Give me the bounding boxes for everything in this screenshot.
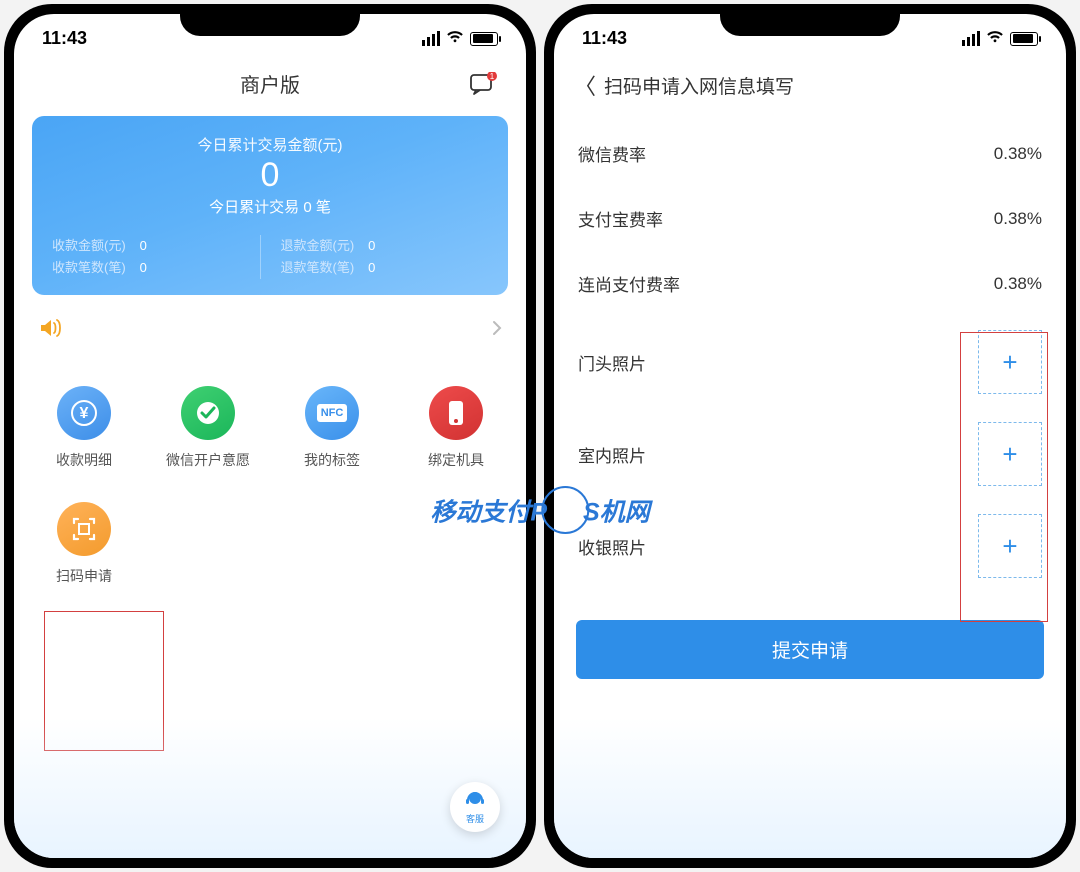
notch (720, 4, 900, 36)
notch (180, 4, 360, 36)
check-icon (181, 386, 235, 440)
phone-right: 11:43 〈 扫码申请入网信息填写 微信费率 0.38% 支付宝费率 0.38… (544, 4, 1076, 868)
rate-list: 微信费率 0.38% 支付宝费率 0.38% 连尚支付费率 0.38% 门头照片… (554, 117, 1066, 592)
yen-icon: ¥ (57, 386, 111, 440)
upload-row-cashier: 收银照片 + (554, 500, 1066, 592)
form-header: 〈 扫码申请入网信息填写 (554, 55, 1066, 117)
customer-service-button[interactable]: 客服 (450, 782, 500, 832)
battery-icon (1010, 32, 1038, 46)
upload-box-interior[interactable]: + (978, 422, 1042, 486)
fade-bottom (554, 718, 1066, 858)
signal-icon (962, 31, 980, 46)
messages-badge-count: 1 (490, 72, 495, 81)
grid-item-scan-apply[interactable]: 扫码申请 (22, 492, 146, 608)
phone-left: 11:43 商户版 1 今日累计交易金额(元) 0 今日累计交易 0 笔 (4, 4, 536, 868)
grid-item-wechat[interactable]: 微信开户意愿 (146, 376, 270, 492)
summary-sub: 今日累计交易 0 笔 (52, 196, 488, 217)
page-title: 商户版 (240, 69, 300, 98)
chevron-right-icon (492, 320, 502, 341)
status-time: 11:43 (582, 28, 627, 49)
plus-icon: + (1002, 531, 1017, 562)
fade-bottom (14, 718, 526, 858)
wifi-icon (446, 28, 464, 49)
scan-icon (57, 502, 111, 556)
grid-item-bind[interactable]: 绑定机具 (394, 376, 518, 492)
upload-box-cashier[interactable]: + (978, 514, 1042, 578)
grid-item-receipts[interactable]: ¥ 收款明细 (22, 376, 146, 492)
device-icon (429, 386, 483, 440)
highlight-scan-apply (44, 611, 164, 751)
speaker-icon (38, 317, 64, 344)
svg-text:¥: ¥ (80, 405, 89, 422)
battery-icon (470, 32, 498, 46)
upload-box-storefront[interactable]: + (978, 330, 1042, 394)
status-time: 11:43 (42, 28, 87, 49)
screen-right: 11:43 〈 扫码申请入网信息填写 微信费率 0.38% 支付宝费率 0.38… (554, 14, 1066, 858)
status-right (962, 28, 1038, 49)
nfc-icon: NFC (305, 386, 359, 440)
page-title: 扫码申请入网信息填写 (604, 72, 794, 99)
status-right (422, 28, 498, 49)
summary-left-col: 收款金额(元)0 收款笔数(笔)0 (52, 235, 260, 279)
rate-row-wechat: 微信费率 0.38% (554, 121, 1066, 186)
app-header: 商户版 1 (14, 55, 526, 116)
messages-icon[interactable]: 1 (470, 72, 498, 96)
summary-top-label: 今日累计交易金额(元) (52, 134, 488, 155)
back-button[interactable]: 〈 (574, 69, 596, 101)
screen-left: 11:43 商户版 1 今日累计交易金额(元) 0 今日累计交易 0 笔 (14, 14, 526, 858)
upload-row-interior: 室内照片 + (554, 408, 1066, 500)
headset-icon (464, 789, 486, 811)
plus-icon: + (1002, 347, 1017, 378)
summary-card[interactable]: 今日累计交易金额(元) 0 今日累计交易 0 笔 收款金额(元)0 收款笔数(笔… (32, 116, 508, 295)
feature-grid: ¥ 收款明细 微信开户意愿 NFC 我的标签 绑定机具 扫码申请 (14, 356, 526, 608)
summary-right-col: 退款金额(元)0 退款笔数(笔)0 (260, 235, 489, 279)
signal-icon (422, 31, 440, 46)
wifi-icon (986, 28, 1004, 49)
summary-amount: 0 (52, 155, 488, 196)
submit-button[interactable]: 提交申请 (576, 620, 1044, 679)
upload-row-storefront: 门头照片 + (554, 316, 1066, 408)
plus-icon: + (1002, 439, 1017, 470)
rate-row-lianshang: 连尚支付费率 0.38% (554, 251, 1066, 316)
grid-item-tag[interactable]: NFC 我的标签 (270, 376, 394, 492)
notice-bar[interactable] (14, 295, 526, 356)
rate-row-alipay: 支付宝费率 0.38% (554, 186, 1066, 251)
